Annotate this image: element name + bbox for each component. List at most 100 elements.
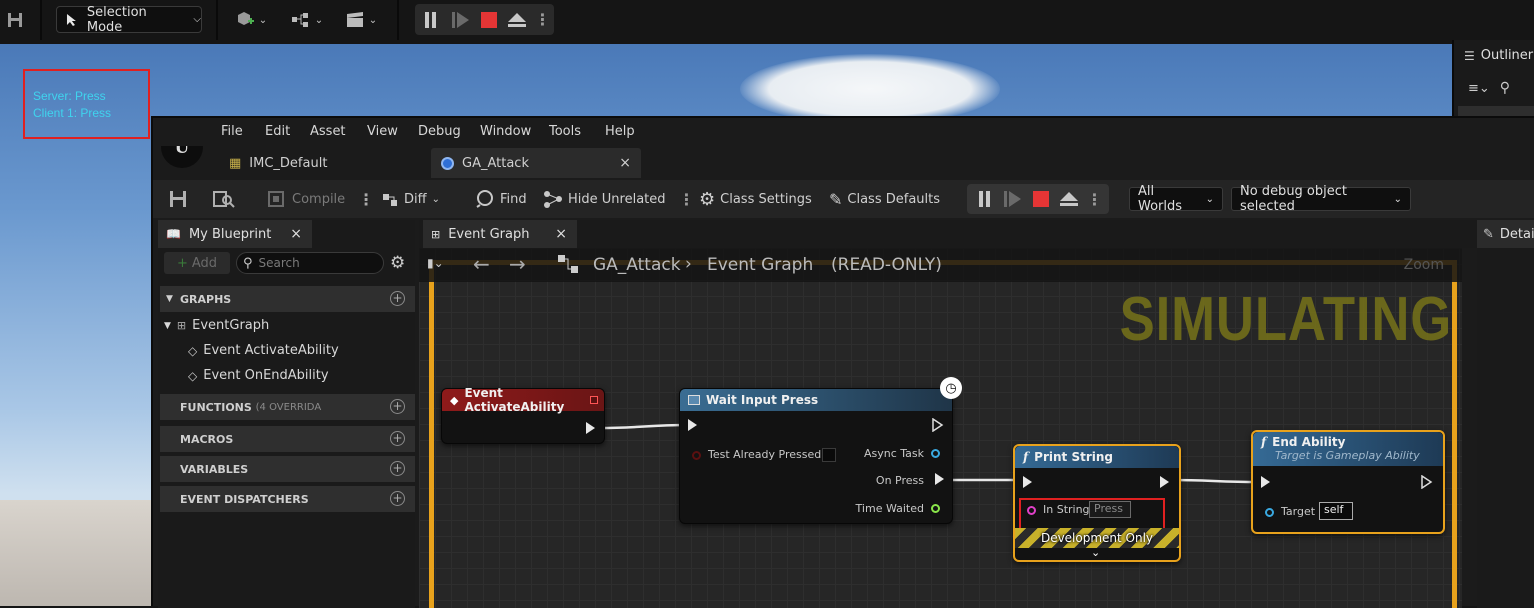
menu-help[interactable]: Help bbox=[605, 124, 635, 139]
section-macros-label: MACROS bbox=[180, 432, 234, 446]
add-button[interactable]: + Add bbox=[164, 252, 230, 274]
then-pin-icon[interactable] bbox=[932, 418, 944, 432]
development-only-banner: Development Only bbox=[1015, 528, 1179, 548]
add-function-icon[interactable]: + bbox=[390, 399, 405, 414]
node-end-ability[interactable]: f End Ability Target is Gameplay Ability… bbox=[1251, 430, 1445, 534]
menu-file[interactable]: File bbox=[221, 124, 243, 139]
compile-label: Compile bbox=[292, 191, 346, 207]
browse-icon[interactable] bbox=[213, 180, 235, 218]
more-options-icon[interactable]: ⋮ bbox=[535, 10, 551, 29]
filter-icon[interactable]: ≡⌄ bbox=[1468, 81, 1490, 96]
exec-out-pin[interactable] bbox=[586, 422, 595, 434]
menu-tools[interactable]: Tools bbox=[549, 124, 581, 139]
node-wait-input-press[interactable]: Wait Input Press ◷ Test Already Pressed … bbox=[679, 377, 962, 524]
class-defaults-button[interactable]: ✎ Class Defaults bbox=[829, 180, 940, 218]
exec-out-hollow-pin[interactable] bbox=[1421, 475, 1433, 489]
world-selector-dropdown[interactable]: All Worlds ⌄ bbox=[1129, 184, 1223, 214]
section-event-dispatchers[interactable]: EVENT DISPATCHERS + bbox=[160, 486, 415, 512]
collapse-arrow-icon: ▼ bbox=[164, 320, 171, 331]
in-string-value[interactable]: Press bbox=[1089, 501, 1131, 518]
section-functions[interactable]: FUNCTIONS (4 OVERRIDA + bbox=[160, 394, 415, 420]
tab-imc-default[interactable]: ▦ IMC_Default bbox=[219, 148, 429, 178]
time-waited-pin[interactable] bbox=[931, 504, 940, 513]
tab-event-graph-label: Event Graph bbox=[448, 226, 530, 242]
close-icon[interactable]: × bbox=[619, 155, 631, 171]
on-press-exec-pin[interactable] bbox=[935, 473, 944, 485]
section-variables[interactable]: VARIABLES + bbox=[160, 456, 415, 482]
section-graphs[interactable]: ▼ GRAPHS + bbox=[160, 286, 415, 312]
tab-event-graph[interactable]: ⊞ Event Graph × bbox=[423, 220, 577, 248]
menu-view[interactable]: View bbox=[367, 124, 398, 139]
search-input[interactable]: ⚲ Search bbox=[236, 252, 384, 274]
menu-edit[interactable]: Edit bbox=[265, 124, 290, 139]
debug-object-dropdown[interactable]: No debug object selected ⌄ bbox=[1231, 184, 1411, 214]
selection-mode-dropdown[interactable]: Selection Mode ⌵ bbox=[56, 5, 202, 35]
exec-in-pin[interactable] bbox=[1023, 476, 1032, 488]
tree-item-event-activate[interactable]: ◇ Event ActivateAbility bbox=[188, 343, 339, 358]
bp-pause-icon[interactable] bbox=[977, 191, 993, 207]
sky-cloud bbox=[740, 54, 1000, 124]
tree-item-event-activate-label: Event ActivateAbility bbox=[203, 343, 339, 358]
add-macro-icon[interactable]: + bbox=[390, 431, 405, 446]
menu-debug[interactable]: Debug bbox=[418, 124, 461, 139]
find-button[interactable]: Find bbox=[475, 180, 527, 218]
cinematics-button[interactable]: ⌄ bbox=[342, 10, 380, 30]
delegate-pin-icon[interactable] bbox=[590, 396, 598, 404]
save-asset-icon[interactable] bbox=[169, 180, 187, 218]
test-already-pin[interactable] bbox=[692, 451, 701, 460]
test-already-checkbox[interactable] bbox=[822, 448, 836, 462]
search-icon[interactable]: ⚲ bbox=[1500, 80, 1510, 96]
tab-details[interactable]: ✎ Detail bbox=[1477, 220, 1534, 248]
tree-item-eventgraph[interactable]: ▼ ⊞ EventGraph bbox=[164, 318, 269, 333]
class-settings-button[interactable]: ⚙ Class Settings bbox=[699, 180, 812, 218]
diff-button[interactable]: Diff ⌄ bbox=[381, 180, 440, 218]
close-icon[interactable]: × bbox=[555, 226, 567, 242]
gear-icon: ⚙ bbox=[699, 188, 716, 210]
pause-icon[interactable] bbox=[423, 11, 439, 28]
expand-chevron-icon[interactable]: ⌄ bbox=[1091, 546, 1100, 559]
outliner-title[interactable]: Outliner bbox=[1481, 48, 1533, 63]
menu-window[interactable]: Window bbox=[480, 124, 531, 139]
bp-more-icon[interactable]: ⋮ bbox=[1087, 190, 1103, 209]
eject-icon[interactable] bbox=[507, 11, 527, 28]
bp-step-icon[interactable] bbox=[1003, 191, 1023, 207]
async-task-pin[interactable] bbox=[931, 449, 940, 458]
tab-my-blueprint[interactable]: 📖 My Blueprint × bbox=[158, 220, 312, 248]
collapse-arrow-icon: ▼ bbox=[166, 294, 173, 304]
save-icon[interactable] bbox=[6, 10, 24, 30]
stop-icon[interactable] bbox=[480, 11, 497, 28]
exec-out-pin[interactable] bbox=[1160, 476, 1169, 488]
task-icon bbox=[688, 395, 700, 405]
tab-imc-default-label: IMC_Default bbox=[249, 155, 328, 171]
target-value[interactable]: self bbox=[1319, 502, 1353, 520]
clapperboard-icon bbox=[346, 12, 363, 27]
blueprint-menu-button[interactable]: ⌄ bbox=[288, 10, 326, 30]
node-event-activate-ability[interactable]: ◆ Event ActivateAbility bbox=[441, 386, 605, 444]
settings-gear-icon[interactable]: ⚙ bbox=[390, 253, 405, 273]
step-icon[interactable] bbox=[451, 11, 471, 28]
find-label: Find bbox=[500, 191, 527, 207]
add-dispatcher-icon[interactable]: + bbox=[390, 491, 405, 506]
bp-stop-icon[interactable] bbox=[1033, 191, 1049, 207]
tree-item-event-end[interactable]: ◇ Event OnEndAbility bbox=[188, 368, 329, 383]
target-pin[interactable] bbox=[1265, 508, 1274, 517]
tab-ga-attack[interactable]: GA_Attack × bbox=[431, 148, 641, 178]
add-variable-icon[interactable]: + bbox=[390, 461, 405, 476]
exec-in-pin[interactable] bbox=[688, 419, 697, 431]
add-actor-button[interactable]: ⌄ bbox=[232, 10, 270, 30]
tab-my-blueprint-label: My Blueprint bbox=[188, 226, 272, 242]
section-macros[interactable]: MACROS + bbox=[160, 426, 415, 452]
close-icon[interactable]: × bbox=[290, 226, 302, 242]
event-graph-canvas[interactable]: SIMULATING ▮⌄ ← → GA_Attack › Event Grap… bbox=[419, 248, 1462, 608]
hide-unrelated-button[interactable]: Hide Unrelated ⋮ bbox=[543, 180, 695, 218]
compile-button[interactable]: Compile ⋮ bbox=[267, 180, 374, 218]
in-string-label: In String bbox=[1043, 503, 1090, 516]
menu-asset[interactable]: Asset bbox=[310, 124, 346, 139]
bp-eject-icon[interactable] bbox=[1059, 191, 1079, 207]
add-graph-icon[interactable]: + bbox=[390, 291, 405, 306]
tab-ga-attack-label: GA_Attack bbox=[462, 155, 529, 171]
in-string-pin[interactable] bbox=[1027, 506, 1036, 515]
exec-in-pin[interactable] bbox=[1261, 476, 1270, 488]
node-print-string[interactable]: f Print String In String Press Developme… bbox=[1013, 444, 1181, 562]
graph-icon: ⊞ bbox=[431, 227, 441, 241]
